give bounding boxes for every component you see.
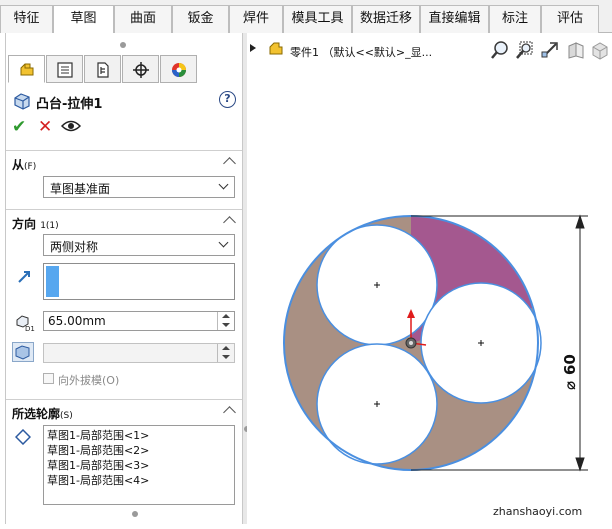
collapse-contours-icon[interactable] — [223, 406, 236, 419]
depth-dimension-icon: D1 — [16, 315, 35, 332]
depth-input[interactable]: 65.00mm — [43, 311, 235, 331]
diameter-value[interactable]: 60 — [561, 354, 579, 375]
list-item[interactable]: 草图1-局部范围<4> — [47, 474, 149, 487]
dim-xpert-tab[interactable] — [122, 55, 159, 83]
end-condition-value: 两侧对称 — [50, 240, 99, 254]
draft-icon — [15, 345, 30, 360]
help-button[interactable]: ? — [219, 91, 236, 108]
tab-sheet-metal[interactable]: 钣金 — [172, 5, 229, 33]
selected-contours-list[interactable]: 草图1-局部范围<1> 草图1-局部范围<2> 草图1-局部范围<3> 草图1-… — [43, 425, 235, 505]
list-item[interactable]: 草图1-局部范围<2> — [47, 444, 149, 457]
ok-button[interactable]: ✔ — [12, 117, 26, 137]
configuration-manager-icon — [97, 62, 109, 78]
tab-sketch[interactable]: 草图 — [53, 5, 114, 34]
tab-features[interactable]: 特征 — [0, 5, 53, 33]
command-manager-tabs: 特征 草图 曲面 钣金 焊件 模具工具 数据迁移 直接编辑 标注 评估 — [0, 0, 612, 34]
configuration-manager-tab[interactable] — [84, 55, 121, 83]
from-start-condition-value: 草图基准面 — [50, 182, 111, 196]
tab-weldments[interactable]: 焊件 — [229, 5, 283, 33]
depth-value: 65.00mm — [48, 314, 106, 328]
chevron-down-icon — [218, 237, 229, 248]
sketch-preview[interactable]: ⌀ 60 — [247, 33, 612, 524]
collapse-direction1-icon[interactable] — [223, 216, 236, 229]
svg-text:D1: D1 — [25, 325, 35, 332]
selected-contours-section-header[interactable]: 所选轮廓(S) — [6, 399, 242, 424]
display-manager-icon — [172, 63, 186, 77]
property-manager-tab[interactable] — [46, 55, 83, 83]
direction1-section-key: 1(1) — [40, 221, 59, 231]
draft-angle-spinner[interactable] — [217, 344, 234, 362]
end-condition-select[interactable]: 两侧对称 — [43, 234, 235, 256]
list-item[interactable]: 草图1-局部范围<3> — [47, 459, 149, 472]
draft-outward-checkbox[interactable] — [43, 373, 54, 384]
display-manager-tab[interactable] — [160, 55, 197, 83]
tab-markup[interactable]: 标注 — [489, 5, 541, 33]
diameter-symbol: ⌀ — [561, 381, 579, 390]
direction1-section-header[interactable]: 方向 1(1) — [6, 209, 242, 234]
chevron-down-icon — [218, 179, 229, 190]
draft-outward-label: 向外拔模(O) — [58, 374, 120, 387]
from-section-title: 从 — [12, 158, 25, 172]
feature-title: 凸台-拉伸1 — [36, 97, 103, 112]
panel-grip-bottom[interactable] — [132, 511, 138, 517]
preview-eye-icon[interactable] — [61, 119, 81, 133]
collapse-from-icon[interactable] — [223, 157, 236, 170]
draft-angle-input[interactable] — [43, 343, 235, 363]
property-manager-icon — [57, 62, 73, 78]
watermark-text: zhanshaoyi.com — [493, 505, 583, 518]
from-section-key: (F) — [24, 162, 37, 172]
direction1-section-title: 方向 — [12, 217, 41, 231]
reverse-direction-icon[interactable] — [16, 269, 32, 285]
panel-grip-top[interactable] — [120, 42, 126, 48]
property-manager-panel: 凸台-拉伸1 ? ✔ ✕ 从(F) 草图基准面 方向 1(1) 两侧对称 D1 … — [5, 33, 243, 524]
tab-direct-editing[interactable]: 直接编辑 — [420, 5, 489, 33]
dim-xpert-icon — [133, 62, 149, 78]
feature-manager-icon — [20, 63, 34, 76]
extrude-boss-icon — [14, 93, 30, 110]
cancel-button[interactable]: ✕ — [38, 117, 52, 137]
tab-evaluate[interactable]: 评估 — [541, 5, 599, 33]
feature-manager-tab[interactable] — [8, 55, 45, 83]
selection-focus-bar — [46, 266, 59, 297]
depth-spinner[interactable] — [217, 312, 234, 330]
direction-reference-field[interactable] — [43, 263, 235, 300]
tab-mold-tools[interactable]: 模具工具 — [283, 5, 352, 33]
from-start-condition-select[interactable]: 草图基准面 — [43, 176, 235, 198]
from-section-header[interactable]: 从(F) — [6, 150, 242, 175]
tab-data-migration[interactable]: 数据迁移 — [352, 5, 420, 33]
contour-selection-icon — [15, 429, 31, 445]
draft-toggle-button[interactable] — [12, 342, 34, 362]
tab-surfaces[interactable]: 曲面 — [114, 5, 172, 33]
list-item[interactable]: 草图1-局部范围<1> — [47, 429, 149, 442]
selected-contours-title: 所选轮廓 — [12, 407, 61, 421]
selected-contours-key: (S) — [60, 411, 73, 421]
